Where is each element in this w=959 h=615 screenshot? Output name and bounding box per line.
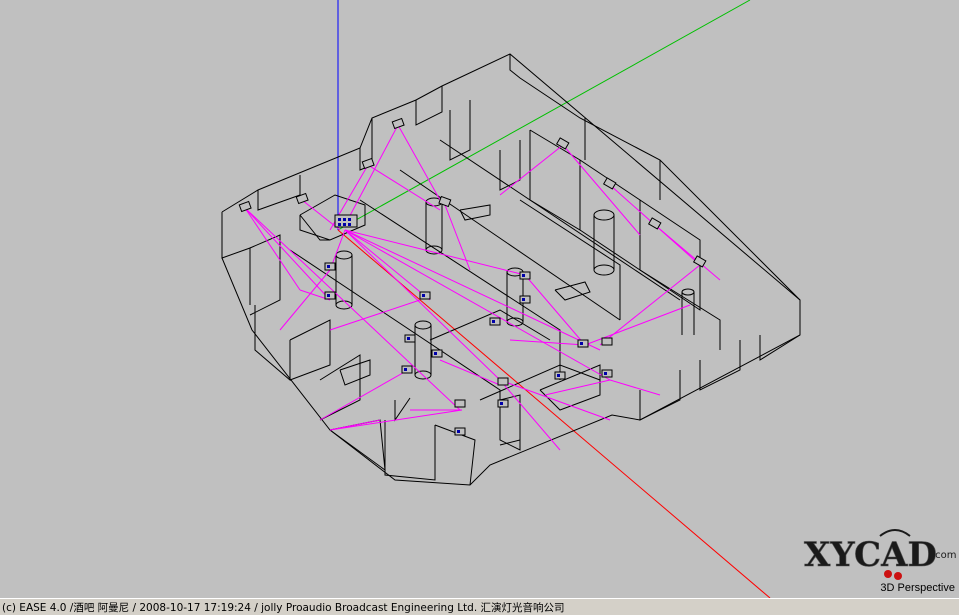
speaker-icon (601, 337, 613, 346)
speaker-icon (454, 399, 466, 408)
view-mode-label: 3D Perspective (880, 582, 955, 594)
y-axis (337, 0, 751, 231)
3d-viewport[interactable]: XYCAD .com 3D Perspective (0, 0, 959, 598)
speaker-icon (497, 377, 509, 386)
sound-rays (244, 124, 721, 451)
speaker-icon (647, 217, 662, 230)
speaker-icon (391, 117, 405, 130)
speaker-icon (361, 157, 375, 170)
logo-text: XYCAD (804, 535, 937, 575)
status-text: (c) EASE 4.0 /酒吧 阿曼尼 / 2008-10-17 17:19:… (2, 602, 565, 614)
room-wireframe-scene (221, 0, 801, 598)
status-bar: (c) EASE 4.0 /酒吧 阿曼尼 / 2008-10-17 17:19:… (0, 598, 959, 615)
logo-suffix: .com (932, 550, 956, 561)
x-axis (337, 229, 771, 598)
speaker-icon (438, 195, 452, 208)
logo-note-icon (884, 570, 892, 578)
speaker-icon (238, 200, 252, 213)
speaker-icon (602, 177, 617, 190)
room-walls (221, 53, 801, 486)
xycad-logo: XYCAD .com (804, 529, 956, 580)
speaker-icon (692, 255, 707, 268)
speaker-icon (295, 192, 309, 205)
